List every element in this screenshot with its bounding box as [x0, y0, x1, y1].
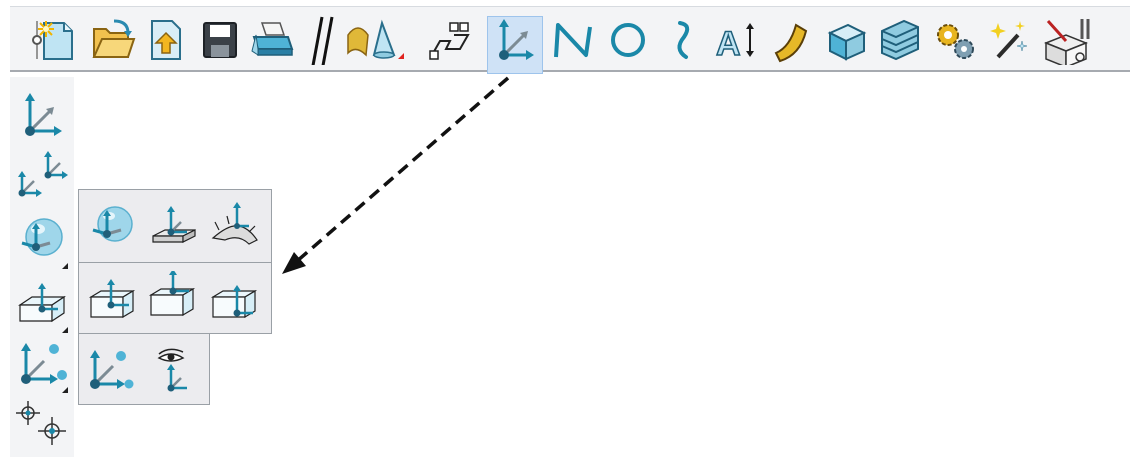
coordinate-system-icon[interactable]	[490, 15, 538, 65]
solid-box-icon[interactable]	[822, 15, 870, 65]
sphere-coordinate-icon[interactable]	[87, 200, 137, 250]
point-coordinate-icon[interactable]	[14, 335, 70, 391]
gears-icon[interactable]	[930, 15, 978, 65]
point-coordinate-icon[interactable]	[85, 344, 135, 394]
main-toolbar: A	[10, 6, 1130, 74]
surface-normal-coordinate-icon[interactable]	[209, 200, 259, 250]
text-dimension-icon[interactable]: A	[712, 15, 760, 65]
flyout-row-box	[78, 262, 272, 334]
new-file-icon[interactable]	[32, 15, 80, 65]
polyline-icon[interactable]	[548, 15, 596, 65]
box-top-coordinate-icon[interactable]	[147, 271, 197, 321]
flyout-row-orientation	[78, 189, 272, 263]
coordinate-system-icon[interactable]	[14, 87, 70, 143]
upload-file-icon[interactable]	[142, 15, 190, 65]
flyout-indicator-icon	[62, 327, 68, 333]
box-center-coordinate-icon[interactable]	[87, 275, 137, 325]
target-points-icon[interactable]	[14, 397, 70, 453]
spline-curve-icon[interactable]	[658, 15, 706, 65]
magic-wand-icon[interactable]	[984, 15, 1032, 65]
view-coordinate-icon[interactable]	[149, 344, 199, 394]
print-icon[interactable]	[248, 15, 296, 65]
flyout-indicator-icon	[62, 387, 68, 393]
layers-icon[interactable]	[424, 15, 472, 65]
toolbox-icon[interactable]	[1040, 15, 1100, 65]
circle-icon[interactable]	[604, 15, 652, 65]
surface-patch-icon[interactable]	[766, 15, 814, 65]
box-coordinate-icon[interactable]	[14, 275, 70, 331]
toolbar-break-icon	[304, 15, 338, 65]
dual-coordinate-system-icon[interactable]	[14, 147, 70, 203]
flyout-row-point	[78, 333, 210, 405]
surface-shapes-icon[interactable]	[344, 15, 404, 65]
save-icon[interactable]	[196, 15, 244, 65]
sphere-coordinate-icon[interactable]	[14, 209, 70, 265]
side-toolbar	[10, 77, 74, 457]
flyout-indicator-icon	[62, 263, 68, 269]
svg-text:A: A	[716, 25, 741, 63]
stair-solid-icon[interactable]	[876, 15, 924, 65]
box-corner-coordinate-icon[interactable]	[209, 275, 259, 325]
open-folder-icon[interactable]	[88, 15, 136, 65]
plane-coordinate-icon[interactable]	[149, 200, 199, 250]
toolbar-grip-icon[interactable]	[12, 15, 42, 65]
